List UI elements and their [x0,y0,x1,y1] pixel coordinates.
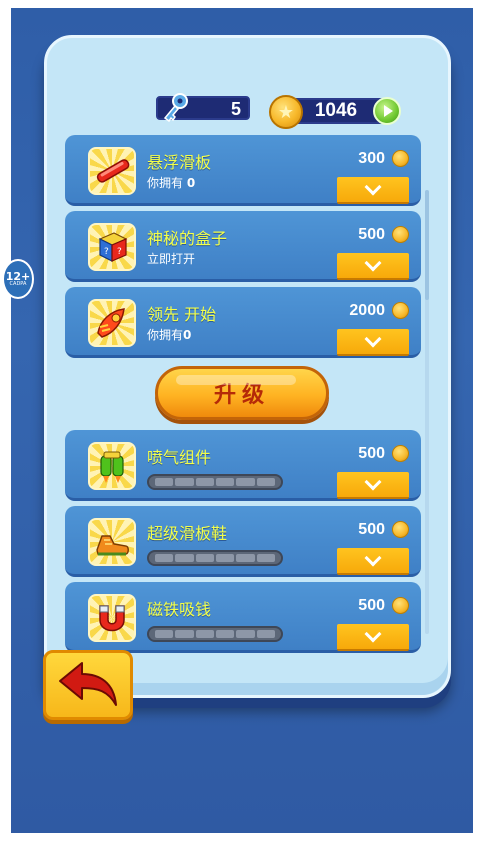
upgrade-title: 磁铁吸钱 [147,600,212,619]
coin-count: 1046 [314,100,358,121]
list-item: 磁铁吸钱 500 [65,582,421,653]
upgrade-button[interactable]: 升级 [155,366,329,420]
coin-icon [392,521,409,538]
chevron-down-icon [364,549,382,567]
coin-icon: ★ [269,95,303,129]
list-item: ? ? 神秘的盒子 立即打开 500 [65,211,421,282]
list-item: 领先 开始 你拥有0 2000 [65,287,421,358]
upgrade-title: 喷气组件 [147,448,212,467]
coin-icon [392,226,409,243]
scrollbar-thumb[interactable] [425,190,429,300]
buy-button[interactable] [337,472,409,499]
add-coins-button[interactable] [373,97,401,125]
buy-button[interactable] [337,177,409,204]
buy-button[interactable] [337,624,409,651]
chevron-down-icon [364,178,382,196]
coin-icon [392,302,409,319]
mystery-box-icon: ? ? [88,223,136,271]
upgrade-level-bar [147,626,283,642]
coin-magnet-icon [88,594,136,642]
list-item: 超级滑板鞋 500 [65,506,421,577]
item-subtitle: 立即打开 [147,252,196,266]
chevron-down-icon [364,625,382,643]
back-button[interactable] [43,650,133,720]
age-rating-badge: 12+ CADPA [2,259,34,299]
buy-button[interactable] [337,548,409,575]
item-title: 悬浮滑板 [147,153,212,172]
play-icon [384,105,393,117]
item-price: 500 [358,226,385,243]
jetpack-icon [88,442,136,490]
svg-text:?: ? [117,247,122,257]
upgrade-price: 500 [358,521,385,538]
coin-icon [392,445,409,462]
upgrade-level-bar [147,550,283,566]
chevron-down-icon [364,254,382,272]
super-sneakers-icon [88,518,136,566]
age-rating-org: CADPA [9,281,27,287]
coin-icon [392,150,409,167]
buy-button[interactable] [337,253,409,280]
back-arrow-icon [59,662,117,706]
item-price: 2000 [349,302,385,319]
key-icon [163,93,188,123]
buy-button[interactable] [337,329,409,356]
item-price: 300 [358,150,385,167]
coin-icon [392,597,409,614]
chevron-down-icon [364,330,382,348]
item-owned: 你拥有0 [147,328,192,342]
upgrade-title: 超级滑板鞋 [147,524,228,543]
list-item: 喷气组件 500 [65,430,421,501]
item-title: 领先 开始 [147,305,217,324]
item-owned: 你拥有 0 [147,176,196,190]
key-count: 5 [230,99,241,119]
chevron-down-icon [364,473,382,491]
item-title: 神秘的盒子 [147,229,228,248]
upgrade-level-bar [147,474,283,490]
list-item: 悬浮滑板 你拥有 0 300 [65,135,421,206]
hoverboard-icon [88,147,136,195]
upgrade-price: 500 [358,445,385,462]
headstart-icon [88,299,136,347]
upgrade-price: 500 [358,597,385,614]
svg-text:?: ? [104,247,109,257]
